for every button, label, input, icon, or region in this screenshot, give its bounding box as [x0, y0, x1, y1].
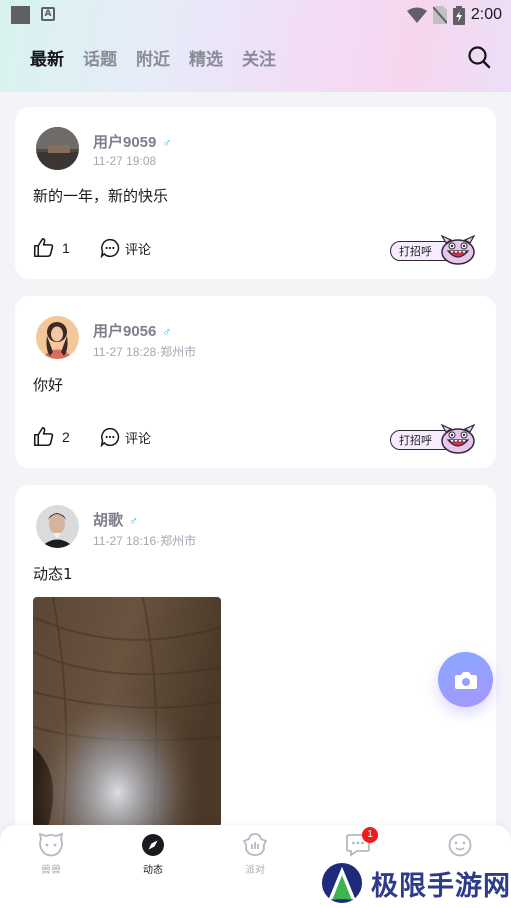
thumbs-up-icon: [33, 426, 54, 447]
post-meta: 11-27 18:16·郑州市: [93, 534, 197, 548]
monster-mascot-icon: [440, 235, 476, 265]
post-card[interactable]: 胡歌 ♂ 11-27 18:16·郑州市 动态1: [15, 485, 496, 845]
nav-item-beast[interactable]: 兽兽: [21, 833, 81, 876]
camera-fab-button[interactable]: [438, 652, 493, 707]
smile-icon: [448, 833, 472, 857]
search-icon[interactable]: [467, 45, 491, 69]
avatar[interactable]: [36, 505, 79, 548]
like-count: 2: [62, 428, 70, 445]
monster-mascot-icon: [440, 424, 476, 454]
nav-label: 动态: [143, 865, 163, 876]
comment-button[interactable]: 评论: [100, 238, 151, 258]
greet-label: 打招呼: [399, 434, 432, 447]
tab-following[interactable]: 关注: [242, 45, 276, 70]
comment-label: 评论: [125, 431, 152, 447]
comment-icon: [100, 238, 120, 258]
status-bar: A 2:00: [0, 0, 511, 30]
like-button[interactable]: 2: [33, 426, 70, 447]
like-count: 1: [62, 239, 70, 256]
thumbs-up-icon: [33, 237, 54, 258]
comment-icon: [100, 427, 120, 447]
unread-badge: 1: [362, 827, 378, 843]
greet-button[interactable]: 打招呼: [390, 424, 478, 454]
post-content: 新的一年，新的快乐: [33, 187, 169, 205]
watermark-logo-icon: [321, 862, 363, 904]
watermark-text: 极限手游网: [371, 870, 511, 902]
comment-button[interactable]: 评论: [100, 427, 151, 447]
avatar[interactable]: [36, 316, 79, 359]
nav-item-profile[interactable]: [430, 833, 490, 857]
party-icon: [242, 833, 268, 856]
greet-button[interactable]: 打招呼: [390, 235, 478, 265]
post-meta: 11-27 18:28·郑州市: [93, 345, 197, 359]
greet-label: 打招呼: [399, 245, 432, 258]
tab-featured[interactable]: 精选: [189, 45, 223, 70]
avatar[interactable]: [36, 127, 79, 170]
nav-item-messages[interactable]: 1: [328, 827, 388, 857]
watermark: 极限手游网: [321, 858, 511, 908]
username[interactable]: 用户9059 ♂: [93, 131, 171, 152]
compass-icon: [142, 834, 164, 856]
nav-item-moments[interactable]: 动态: [123, 833, 183, 876]
a-app-icon: A: [41, 7, 55, 21]
tab-bar: 最新 话题 附近 精选 关注: [30, 45, 276, 70]
status-time: 2:00: [470, 6, 502, 23]
camera-icon: [454, 671, 477, 689]
battery-icon: [452, 5, 465, 25]
male-gender-icon: ♂: [129, 514, 139, 528]
tab-nearby[interactable]: 附近: [136, 45, 170, 70]
header: A 2:00 最新 话题 附近 精选 关注: [0, 0, 511, 92]
notification-square-icon: [11, 6, 30, 24]
comment-label: 评论: [125, 242, 152, 258]
post-card[interactable]: 用户9056 ♂ 11-27 18:28·郑州市 你好 2 评论 打招呼: [15, 296, 496, 468]
nav-item-party[interactable]: 派对: [225, 833, 285, 876]
post-content: 动态1: [33, 565, 73, 583]
post-meta: 11-27 19:08: [93, 154, 157, 168]
username[interactable]: 胡歌 ♂: [93, 509, 138, 530]
nav-label: 兽兽: [41, 865, 61, 876]
male-gender-icon: ♂: [162, 325, 172, 339]
like-button[interactable]: 1: [33, 237, 70, 258]
bear-face-icon: [38, 833, 64, 857]
post-content: 你好: [33, 376, 64, 394]
tab-latest[interactable]: 最新: [30, 45, 64, 70]
post-photo[interactable]: [33, 597, 221, 827]
wifi-icon: [406, 7, 427, 23]
nav-label: 派对: [245, 865, 265, 876]
username[interactable]: 用户9056 ♂: [93, 320, 171, 341]
tab-topics[interactable]: 话题: [83, 45, 117, 70]
male-gender-icon: ♂: [162, 136, 172, 150]
no-sim-icon: [432, 6, 447, 24]
post-card[interactable]: 用户9059 ♂ 11-27 19:08 新的一年，新的快乐 1 评论 打招呼: [15, 107, 496, 279]
